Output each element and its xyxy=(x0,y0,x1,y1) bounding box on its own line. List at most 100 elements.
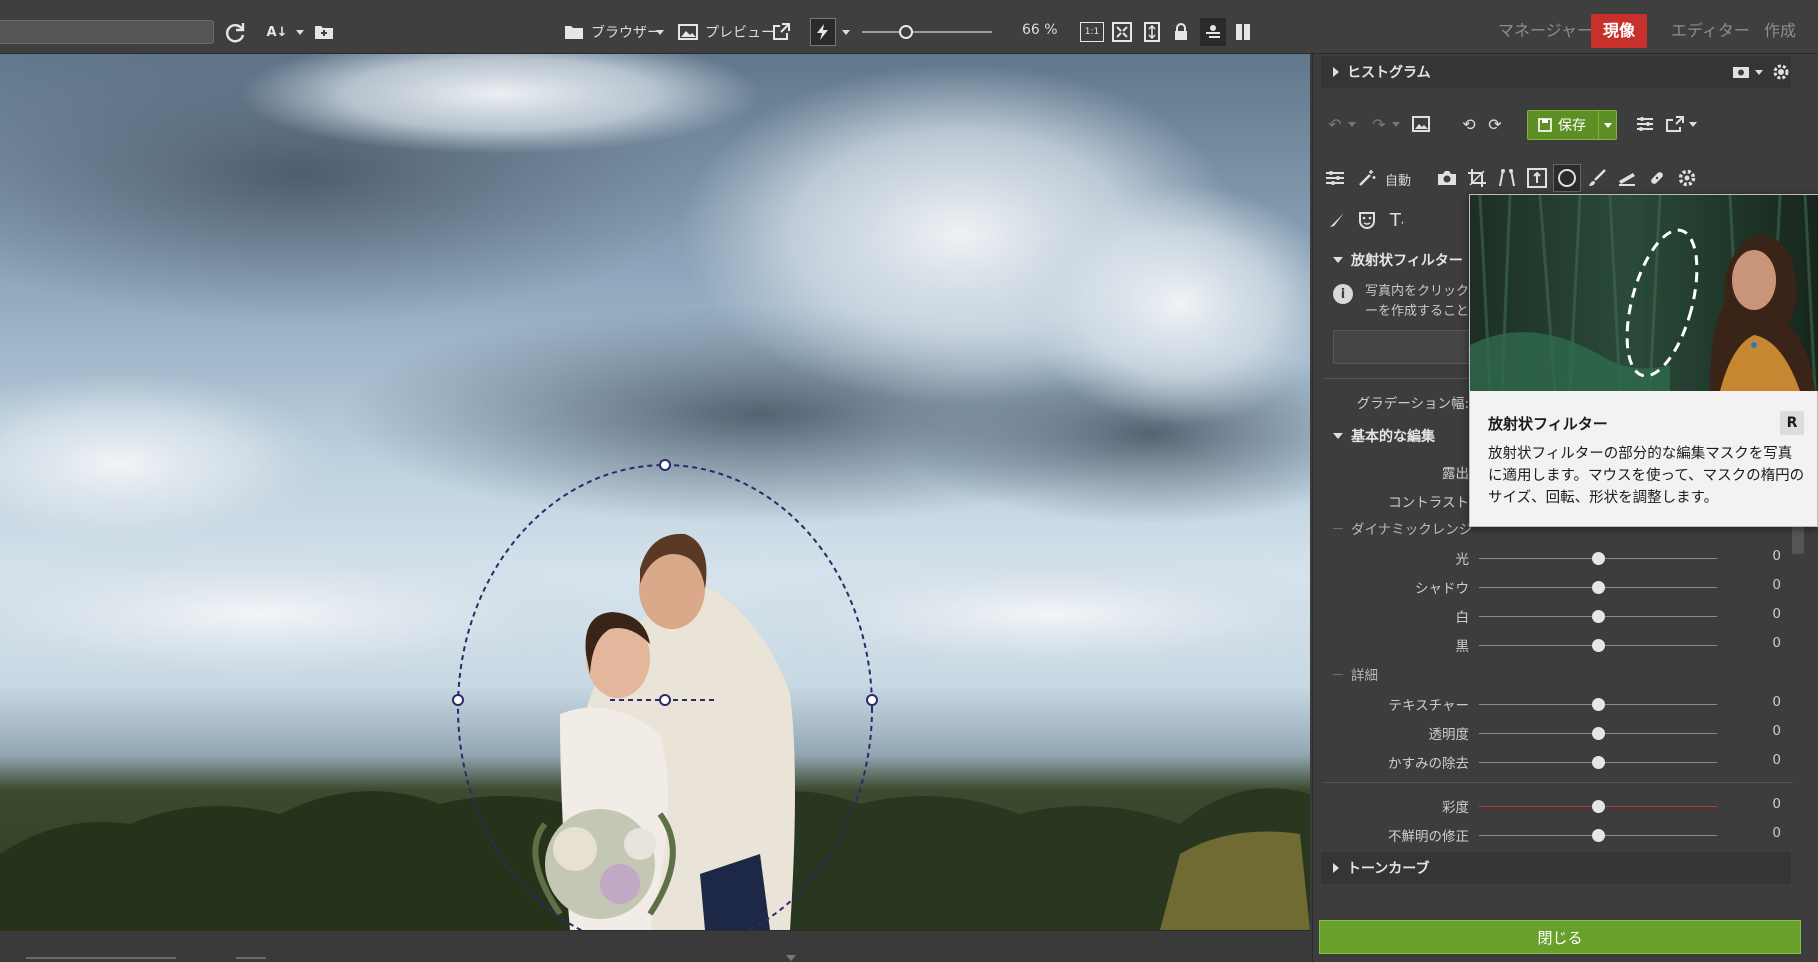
slider-thumb[interactable] xyxy=(1591,581,1605,594)
redo-dropdown[interactable] xyxy=(1391,112,1401,136)
save-button[interactable]: 保存 xyxy=(1527,110,1617,140)
shortcut-key-badge: R xyxy=(1780,411,1804,435)
slider-thumb[interactable] xyxy=(1591,552,1605,565)
refresh-icon[interactable] xyxy=(222,18,248,46)
external-window-icon[interactable] xyxy=(770,18,792,46)
radial-filter-info: 写真内をクリックし ーを作成することが xyxy=(1365,282,1482,322)
filmstrip-toggle-icon[interactable] xyxy=(786,955,796,961)
camera-view-icon[interactable] xyxy=(1731,62,1751,82)
settings-gear-icon[interactable] xyxy=(1769,60,1793,84)
face-retouch-icon[interactable] xyxy=(1355,208,1379,232)
flash-dropdown[interactable] xyxy=(840,18,852,46)
slider-thumb[interactable] xyxy=(1591,829,1605,842)
save-dropdown[interactable] xyxy=(1598,111,1616,139)
close-button[interactable]: 閉じる xyxy=(1319,920,1801,954)
brush-icon[interactable] xyxy=(1585,166,1609,190)
auto-wand-icon[interactable] xyxy=(1355,166,1379,190)
slider-value: 0 xyxy=(1772,577,1781,593)
graduated-filter-icon[interactable] xyxy=(1525,166,1549,190)
tone-curve-section-header[interactable]: トーンカーブ xyxy=(1321,852,1791,884)
slider-thumb[interactable] xyxy=(1591,800,1605,813)
slider-value: 0 xyxy=(1772,825,1781,841)
share-export-icon[interactable] xyxy=(1663,112,1687,136)
zoom-slider-thumb[interactable] xyxy=(899,25,913,39)
perspective-icon[interactable] xyxy=(1495,166,1519,190)
search-input[interactable] xyxy=(0,20,214,44)
lock-icon[interactable] xyxy=(1170,18,1192,46)
slider-value: 0 xyxy=(1772,635,1781,651)
healing-bandage-icon[interactable] xyxy=(1645,166,1669,190)
image-preview-icon[interactable] xyxy=(1409,112,1433,136)
fit-width-icon[interactable] xyxy=(1140,18,1164,46)
flash-icon[interactable] xyxy=(810,18,836,46)
dynamic-range-group: ダイナミックレンジ xyxy=(1333,518,1472,538)
adjust-settings-icon[interactable] xyxy=(1633,112,1657,136)
slider-thumb[interactable] xyxy=(1591,698,1605,711)
preview-button[interactable]: プレビュー xyxy=(705,22,775,42)
eraser-brush-icon[interactable] xyxy=(1325,208,1349,232)
histogram-dropdown[interactable] xyxy=(1753,62,1765,82)
photo-image xyxy=(0,54,1310,930)
histogram-label: ヒストグラム xyxy=(1347,65,1431,81)
slider-label: 彩度 xyxy=(1442,800,1469,816)
slider-label: 透明度 xyxy=(1428,727,1470,743)
slider-value: 0 xyxy=(1772,752,1781,768)
radial-filter-tooltip: 放射状フィルター R 放射状フィルターの部分的な編集マスクを写真に適用します。マ… xyxy=(1469,194,1818,527)
one-to-one-icon[interactable]: 1:1 xyxy=(1080,22,1104,42)
rotate-left-icon[interactable]: ⟲ xyxy=(1457,112,1481,136)
zoom-slider-track[interactable] xyxy=(862,31,992,33)
radial-filter-handle-top[interactable] xyxy=(657,457,673,473)
tab-create[interactable]: 作成 xyxy=(1752,14,1808,48)
collapse-arrow-icon xyxy=(1333,257,1343,263)
compare-icon[interactable] xyxy=(1200,18,1226,46)
zoner-photo-studio-window: A↓ ブラウザー プレビュー 66 % 1:1 マネージャー 現像 エディター … xyxy=(0,0,1818,962)
slider-label: 白 xyxy=(1455,610,1470,626)
camera-icon[interactable] xyxy=(1435,166,1459,190)
basic-edit-label: 基本的な編集 xyxy=(1351,429,1435,445)
photo-canvas[interactable] xyxy=(0,54,1310,930)
tab-manager[interactable]: マネージャー xyxy=(1486,14,1605,48)
section-divider xyxy=(1323,782,1793,783)
browser-folder-icon[interactable] xyxy=(562,18,586,46)
gradient-brush-icon[interactable] xyxy=(1615,166,1639,190)
slider-label: 不鮮明の修正 xyxy=(1388,829,1469,845)
sort-az-icon[interactable]: A↓ xyxy=(262,18,292,46)
slider-thumb[interactable] xyxy=(1591,727,1605,740)
slider-thumb[interactable] xyxy=(1591,610,1605,623)
slider-value: 0 xyxy=(1772,548,1781,564)
redo-icon[interactable]: ↷ xyxy=(1367,112,1391,136)
tab-editor[interactable]: エディター xyxy=(1659,14,1762,48)
undo-icon[interactable]: ↶ xyxy=(1323,112,1347,136)
rotate-right-icon[interactable]: ⟳ xyxy=(1483,112,1507,136)
split-view-icon[interactable] xyxy=(1232,18,1254,46)
share-dropdown[interactable] xyxy=(1687,112,1699,136)
new-folder-icon[interactable] xyxy=(312,18,336,46)
preview-image-icon[interactable] xyxy=(676,18,700,46)
auto-label[interactable]: 自動 xyxy=(1385,170,1411,189)
fit-screen-icon[interactable] xyxy=(1110,18,1134,46)
radial-filter-handle-center[interactable] xyxy=(657,692,673,708)
sliders-icon[interactable] xyxy=(1323,166,1347,190)
radial-filter-icon[interactable] xyxy=(1553,164,1581,192)
slider-thumb[interactable] xyxy=(1591,639,1605,652)
slider-thumb[interactable] xyxy=(1591,756,1605,769)
slider-value: 0 xyxy=(1772,796,1781,812)
tooltip-title: 放射状フィルター xyxy=(1488,415,1608,433)
expand-arrow-icon xyxy=(1333,863,1339,873)
undo-dropdown[interactable] xyxy=(1347,112,1357,136)
sort-dropdown[interactable] xyxy=(294,18,306,46)
slider-value: 0 xyxy=(1772,694,1781,710)
tool-gear-icon[interactable] xyxy=(1675,166,1699,190)
tab-develop[interactable]: 現像 xyxy=(1591,14,1648,48)
radial-filter-handle-right[interactable] xyxy=(864,692,880,708)
expand-arrow-icon xyxy=(1333,67,1339,77)
slider-label: テキスチャー xyxy=(1388,698,1469,714)
slider-label: 光 xyxy=(1455,552,1470,568)
browser-dropdown[interactable] xyxy=(654,18,666,46)
crop-icon[interactable] xyxy=(1465,166,1489,190)
collapse-arrow-icon xyxy=(1333,433,1343,439)
histogram-section-header[interactable]: ヒストグラム xyxy=(1321,56,1791,88)
browser-button[interactable]: ブラウザー xyxy=(591,22,661,42)
radial-filter-handle-left[interactable] xyxy=(450,692,466,708)
text-tool-icon[interactable]: T, xyxy=(1385,208,1409,232)
